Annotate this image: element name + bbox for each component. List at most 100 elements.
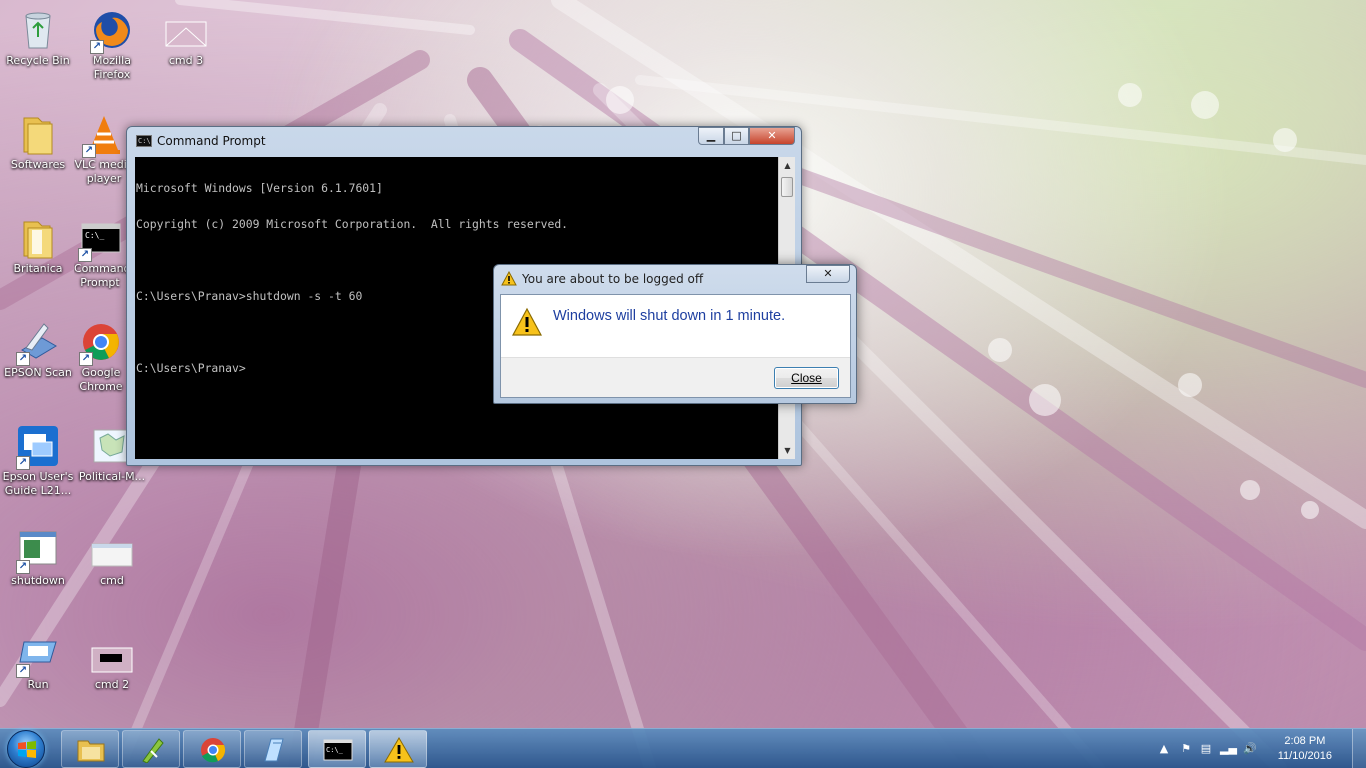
cmd-titlebar[interactable]: C:\ Command Prompt ▁ □ ✕ [127,127,801,155]
logoff-dialog[interactable]: You are about to be logged off ✕ Windows… [493,264,857,404]
console-line: Microsoft Windows [Version 6.1.7601] [136,181,383,195]
warning-icon [384,737,414,763]
network-signal-icon[interactable]: ▂▄ [1220,741,1237,757]
dialog-footer: Close [501,357,850,397]
shutdown-shortcut-icon: ↗ [16,528,60,574]
run-icon: ↗ [16,632,60,678]
shortcut-arrow-icon: ↗ [16,456,30,470]
desktop-icon-label: Mozilla Firefox [93,54,131,81]
dialog-message-area: Windows will shut down in 1 minute. [501,295,850,357]
windows-logo-icon [18,741,36,758]
desktop-icon-label: Command Prompt [74,262,126,289]
desktop-icon-label: Epson User's Guide L21... [2,470,74,497]
chrome-icon: ↗ [79,320,123,366]
volume-icon[interactable]: 🔊 [1242,741,1258,757]
minimize-button[interactable]: ▁ [698,127,724,145]
desktop-icon-label: Recycle Bin [6,54,70,67]
desktop-icon-epson-scan[interactable]: ↗ EPSON Scan [0,320,76,380]
shortcut-arrow-icon: ↗ [78,248,92,262]
desktop-icon-label: cmd [100,574,124,587]
cmd-icon: C:\_ [323,739,353,761]
desktop-icon-run[interactable]: ↗ Run [0,632,76,692]
close-button[interactable]: ✕ [749,127,795,145]
desktop-icon-label: Google Chrome [79,366,123,393]
shortcut-arrow-icon: ↗ [82,144,96,158]
desktop-icon-cmd-3[interactable]: cmd 3 [148,8,224,68]
close-button[interactable]: Close [774,367,839,389]
taskbar-logoff-dialog[interactable] [369,730,427,768]
window-title: Command Prompt [157,134,266,148]
desktop-icon-recycle-bin[interactable]: Recycle Bin [0,8,76,68]
chrome-icon [201,738,226,763]
clock-date: 11/10/2016 [1277,750,1332,762]
shortcut-arrow-icon: ↗ [79,352,93,366]
start-button[interactable] [7,730,45,768]
recycle-bin-icon [16,8,60,52]
cmd-icon: C:\_ ↗ [78,216,122,262]
desktop-icon-label: shutdown [11,574,65,587]
scroll-up-arrow-icon[interactable]: ▲ [779,157,796,174]
taskbar: C:\_ ▲ ⚑ ▤ ▂▄ 🔊 2:08 PM 11/10/2016 [0,728,1366,768]
taskbar-command-prompt[interactable]: C:\_ [308,730,366,768]
desktop-icon-britanica[interactable]: Britanica [0,216,76,276]
clock-time: 2:08 PM [1284,735,1326,747]
image-file-icon [90,528,134,572]
scanner-icon: ↗ [16,320,60,366]
desktop-icon-cmd-2[interactable]: cmd 2 [74,632,150,692]
paint-icon [264,738,284,762]
desktop-icon-softwares[interactable]: Softwares [0,112,76,172]
taskbar-explorer[interactable] [61,730,119,768]
image-file-icon [164,8,208,52]
desktop-icon-label: EPSON Scan [4,366,72,379]
desktop-icon-shutdown[interactable]: ↗ shutdown [0,528,76,588]
scroll-down-arrow-icon[interactable]: ▼ [779,442,796,459]
warning-icon [511,307,543,336]
desktop-icon-label: Softwares [10,158,66,171]
desktop-icon-label: cmd 2 [94,678,130,691]
taskbar-chrome[interactable] [183,730,241,768]
usb-device-icon[interactable]: ▤ [1198,741,1214,757]
vlc-icon: ↗ [82,112,126,158]
show-desktop-button[interactable] [1352,729,1366,768]
desktop-icon-cmd[interactable]: cmd [74,528,150,588]
folder-icon [16,216,60,260]
shortcut-arrow-icon: ↗ [90,40,104,54]
desktop-icon-command-prompt[interactable]: C:\_ ↗ Command Prompt [74,216,126,290]
folder-library-icon [77,740,105,762]
epson-guide-icon: ↗ [16,424,60,470]
cmd-icon: C:\ [136,135,152,147]
svg-text:C:\_: C:\_ [326,746,344,754]
desktop-icon-label: cmd 3 [168,54,204,67]
desktop-icon-chrome[interactable]: ↗ Google Chrome [74,320,128,394]
svg-text:C:\_: C:\_ [85,231,104,240]
dialog-title: You are about to be logged off [522,272,704,286]
desktop-icon-label: Political-M... [78,470,146,483]
dialog-titlebar[interactable]: You are about to be logged off ✕ [494,265,856,293]
clock[interactable]: 2:08 PM 11/10/2016 [1278,734,1332,764]
desktop-icon-label: Run [27,678,49,691]
desktop-icon-label: Britanica [13,262,63,275]
show-hidden-icons-icon[interactable]: ▲ [1156,741,1172,757]
dialog-body: Windows will shut down in 1 minute. Clos… [500,294,851,398]
image-file-icon [90,632,134,676]
taskbar-corel[interactable] [122,730,180,768]
console-line: Copyright (c) 2009 Microsoft Corporation… [136,217,569,231]
close-button-label: Close [791,371,822,385]
firefox-icon: ↗ [90,8,134,54]
action-center-flag-icon[interactable]: ⚑ [1178,741,1194,757]
taskbar-paint[interactable] [244,730,302,768]
desktop-icon-epson-guide[interactable]: ↗ Epson User's Guide L21... [0,424,76,498]
dialog-close-x-button[interactable]: ✕ [806,265,850,283]
desktop-icon-label: VLC media player [74,158,134,185]
folder-icon [16,112,60,156]
dialog-message: Windows will shut down in 1 minute. [553,308,786,324]
warning-icon [501,271,517,286]
shortcut-arrow-icon: ↗ [16,352,30,366]
desktop-icon-vlc[interactable]: ↗ VLC media player [74,112,134,186]
scroll-thumb[interactable] [781,177,793,197]
desktop-icon-firefox[interactable]: ↗ Mozilla Firefox [74,8,150,82]
shortcut-arrow-icon: ↗ [16,560,30,574]
maximize-button[interactable]: □ [724,127,749,145]
corel-icon [142,738,164,763]
shortcut-arrow-icon: ↗ [16,664,30,678]
